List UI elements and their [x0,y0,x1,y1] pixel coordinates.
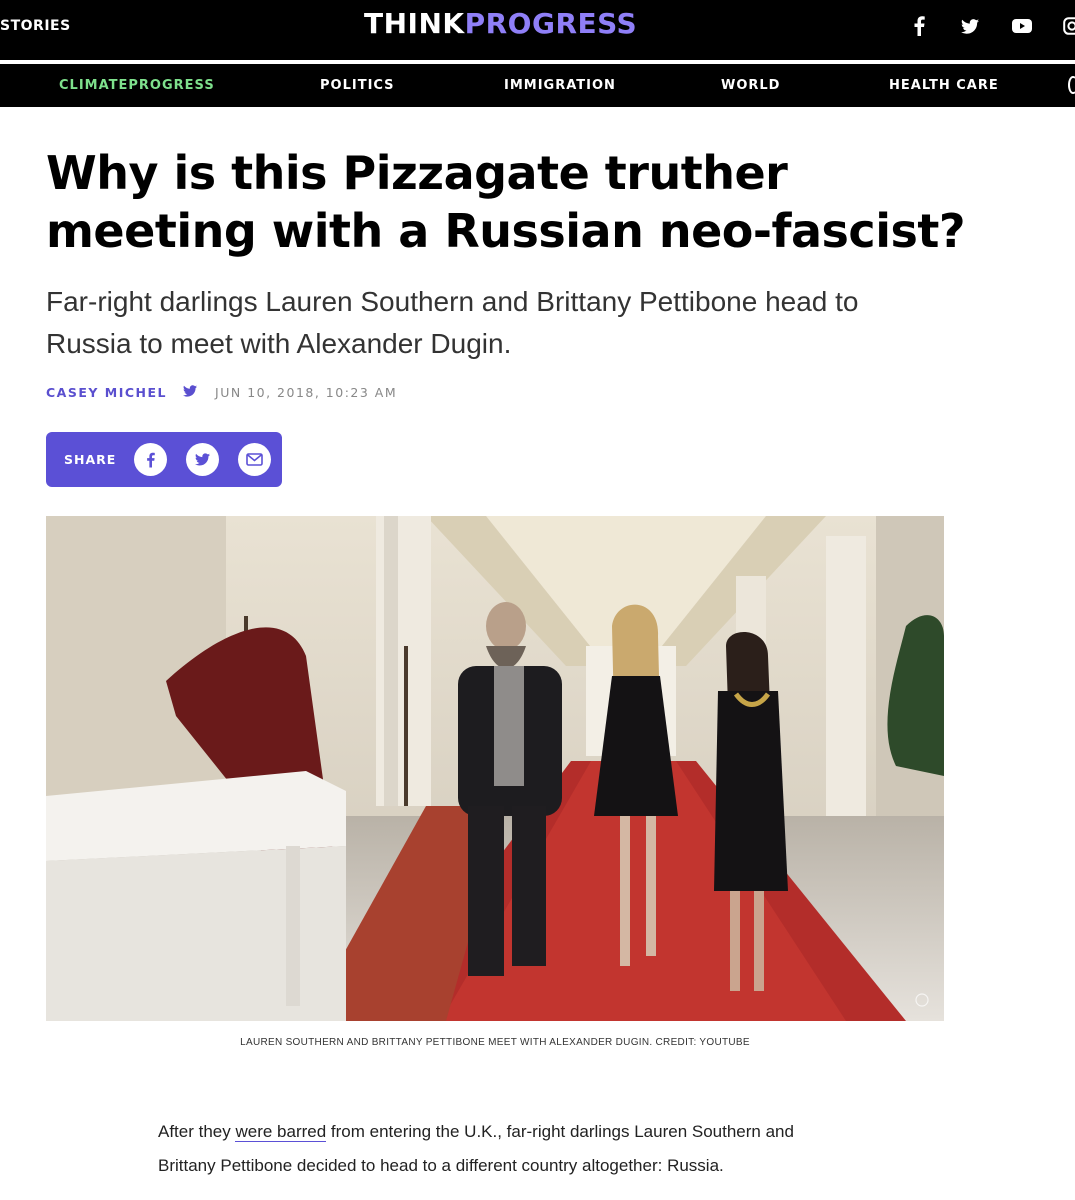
stories-link[interactable]: STORIES [0,18,71,34]
youtube-icon[interactable] [1008,14,1036,38]
section-nav: CLIMATEPROGRESS POLITICS IMMIGRATION WOR… [0,64,1075,107]
byline: CASEY MICHEL JUN 10, 2018, 10:23 AM [46,385,397,400]
share-label: SHARE [64,452,117,467]
nav-overflow-icon[interactable] [1068,76,1075,94]
photo-caption: LAUREN SOUTHERN AND BRITTANY PETTIBONE M… [240,1037,750,1048]
nav-item-immigration[interactable]: IMMIGRATION [504,78,616,93]
share-facebook-button[interactable] [134,443,167,476]
twitter-icon [195,453,210,466]
article-photo [46,516,944,1021]
share-box: SHARE [46,432,282,487]
author-link[interactable]: CASEY MICHEL [46,385,167,400]
body-text-start: After they [158,1122,236,1141]
share-twitter-button[interactable] [186,443,219,476]
barred-link[interactable]: were barred [235,1122,327,1142]
article-headline: Why is this Pizzagate truther meeting wi… [46,146,966,258]
site-logo[interactable]: THINKPROGRESS [364,7,637,40]
nav-item-health-care[interactable]: HEALTH CARE [889,78,999,93]
article-subhead: Far-right darlings Lauren Southern and B… [46,286,859,359]
top-bar: STORIES THINKPROGRESS [0,0,1075,60]
twitter-icon[interactable] [956,14,984,38]
facebook-icon [147,452,155,467]
facebook-icon[interactable] [906,14,932,38]
email-icon [246,453,263,466]
logo-think: THINK [364,7,465,40]
nav-item-world[interactable]: WORLD [721,78,780,93]
article-body-paragraph: After they were barred from entering the… [158,1115,838,1183]
nav-item-climateprogress[interactable]: CLIMATEPROGRESS [59,78,215,93]
author-twitter-icon[interactable] [183,385,198,400]
nav-item-politics[interactable]: POLITICS [320,78,395,93]
logo-progress: PROGRESS [464,7,638,40]
share-email-button[interactable] [238,443,271,476]
instagram-icon[interactable] [1060,14,1075,38]
publish-date: JUN 10, 2018, 10:23 AM [215,385,398,400]
